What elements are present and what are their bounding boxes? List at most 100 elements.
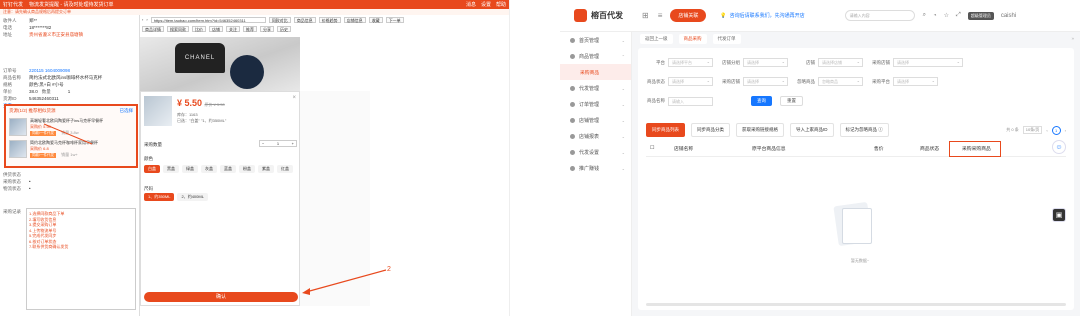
browser-button[interactable]: 比价	[192, 25, 206, 32]
filter-select[interactable]: 请选择	[893, 58, 963, 67]
browser-button[interactable]: 分享	[260, 25, 274, 32]
sync-products-button[interactable]: 同步商品列表	[646, 123, 685, 137]
query-button[interactable]: 查询	[751, 96, 772, 106]
sku-selected: 已选："白盖" "1、约350ML"	[177, 118, 227, 123]
filter-select[interactable]: 请选择店铺	[818, 58, 863, 67]
browser-button[interactable]: 下一单	[385, 16, 404, 23]
sidebar-item-products[interactable]: 商品管理 ⌃	[560, 48, 631, 64]
app-title: 钉钉代发	[3, 2, 24, 8]
size-option[interactable]: 1、约350ML	[144, 193, 175, 201]
sidebar-item-reports[interactable]: 店铺报表 ⌄	[560, 128, 631, 144]
color-option[interactable]: 蓝盖	[220, 165, 236, 173]
titlebar-item-messages[interactable]: 消息	[466, 1, 476, 8]
sidebar-item-shops[interactable]: 店铺管理 ⌄	[560, 112, 631, 128]
grid-icon[interactable]: ⊞	[642, 11, 649, 20]
browser-button[interactable]: 店铺	[209, 25, 223, 32]
color-option[interactable]: 紫盖	[258, 165, 274, 173]
menu-icon[interactable]: ≡	[658, 11, 663, 20]
bag-image: CHANEL	[175, 43, 225, 73]
search-icon[interactable]: ⌕	[923, 12, 926, 19]
chevron-down-icon: ⌄	[621, 117, 625, 123]
page-size-select[interactable]: 10条/页	[1022, 126, 1043, 134]
confirm-button[interactable]: 确认	[144, 292, 298, 302]
header-checkbox[interactable]: ☐	[650, 146, 654, 151]
filter-row: 平台请选择平台 店铺分组请选择 店铺请选择店铺 采购店铺请选择	[646, 58, 963, 67]
main-card: 平台请选择平台 店铺分组请选择 店铺请选择店铺 采购店铺请选择 商品状态请选择 …	[638, 48, 1074, 310]
get-purchase-links-button[interactable]: 获取采购链接规格	[736, 123, 784, 137]
color-option[interactable]: 灰盖	[201, 165, 217, 173]
sidebar-item-purchase[interactable]: 采购商品	[560, 64, 631, 80]
filter-select[interactable]: 请选择	[893, 77, 938, 86]
titlebar-item-settings[interactable]: 设置	[481, 1, 491, 8]
sku-popup: ¥ 5.50 原价 ¥ 5.50 库存：1163 已选："白盖" "1、约350…	[140, 91, 300, 306]
browser-button[interactable]: 关注	[226, 25, 240, 32]
minus-icon[interactable]: −	[262, 141, 264, 146]
purchase-notes[interactable]: 1.选择同款商品下单 2.填写收货信息 3.提交采购订单 4.上传物流单号 5.…	[26, 208, 136, 310]
search-input[interactable]: 请输入内容	[844, 10, 915, 21]
tab-dropship-orders[interactable]: 代发订单	[712, 33, 741, 44]
user-name[interactable]: caishi	[1001, 13, 1016, 19]
fullscreen-icon[interactable]: ⤢	[956, 12, 961, 19]
toolbox-float-icon[interactable]: ▣	[1052, 208, 1066, 222]
filter-label: 商品状态	[647, 78, 665, 84]
quantity-stepper[interactable]: − 1 +	[259, 140, 297, 147]
filter-select[interactable]: 请选择	[743, 58, 788, 67]
reset-button[interactable]: 重置	[780, 96, 803, 106]
browser-toolbar-2: 商品详情 搜索同款 比价 店铺 关注 推荐 分享 历史	[140, 24, 509, 33]
titlebar-item-help[interactable]: 帮助	[496, 1, 506, 8]
import-upstream-id-button[interactable]: 导入上家商品ID	[790, 123, 834, 137]
status-label: 供货状态	[3, 172, 21, 177]
sidebar-item-home[interactable]: 首页管理 ⌄	[560, 32, 631, 48]
bell-icon[interactable]: ◔	[933, 13, 937, 19]
browser-button[interactable]: 搜索同款	[167, 25, 189, 32]
tab-purchase[interactable]: 商品采购	[678, 33, 707, 44]
browser-button[interactable]: 商品信息	[293, 16, 316, 23]
color-option[interactable]: 绿盖	[182, 165, 198, 173]
brand-logo[interactable]: 榕百代发	[560, 9, 632, 22]
filter-select[interactable]: 请选择平台	[668, 58, 713, 67]
source-box-link[interactable]: 已选择	[120, 108, 134, 114]
status-value: •	[29, 186, 31, 191]
sidebar-item-settings[interactable]: 代发设置 ⌄	[560, 144, 631, 160]
back-icon[interactable]: ‹	[142, 17, 143, 22]
tab-back[interactable]: 返回上一级	[640, 33, 673, 44]
current-page[interactable]: 1	[1051, 125, 1061, 135]
source-item-tag[interactable]: 同款/一件代发	[30, 153, 56, 158]
forward-icon[interactable]: ›	[146, 17, 147, 22]
browser-button[interactable]: 历史	[277, 25, 291, 32]
url-field[interactable]: https://item.taobao.com/item.htm?id=5463…	[150, 16, 266, 23]
order-no-value[interactable]: 220115 1604009098	[29, 68, 70, 74]
product-name-input[interactable]: 请输入	[668, 96, 713, 106]
browser-button[interactable]: 推荐	[243, 25, 257, 32]
color-option[interactable]: 黑盖	[163, 165, 179, 173]
double-chevron-icon[interactable]: »	[1071, 36, 1074, 41]
help-float-icon[interactable]: ☺	[1052, 140, 1066, 154]
prev-page-icon[interactable]: ‹	[1046, 128, 1047, 133]
browser-button[interactable]: 店铺信息	[343, 16, 366, 23]
browser-button[interactable]: 价格趋势	[318, 16, 341, 23]
filter-select[interactable]: 请选择	[743, 77, 788, 86]
size-option[interactable]: 2、约400ML	[177, 193, 208, 201]
browser-button[interactable]: 收藏	[368, 16, 383, 23]
sidebar-item-dropship[interactable]: 代发管理 ⌄	[560, 80, 631, 96]
phone-row: 电话 18*******82	[3, 25, 136, 31]
browser-button[interactable]: 同款对比	[268, 16, 291, 23]
browser-button[interactable]: 商品详情	[142, 25, 164, 32]
mark-ignored-button[interactable]: 标记为忽略商品 ⓘ	[839, 123, 889, 137]
promo-link[interactable]: 💡 咨询后请联系我们，先沟通再开店	[720, 12, 804, 20]
color-option[interactable]: 红盖	[277, 165, 293, 173]
sidebar-item-orders[interactable]: 订单管理 ⌄	[560, 96, 631, 112]
close-icon[interactable]: ×	[292, 95, 296, 101]
sidebar-item-promote[interactable]: 推广赚钱 ⌄	[560, 160, 631, 176]
plus-icon[interactable]: +	[292, 141, 294, 146]
next-page-icon[interactable]: ›	[1065, 128, 1066, 133]
horizontal-scrollbar[interactable]	[646, 303, 1066, 306]
color-option[interactable]: 粉盖	[239, 165, 255, 173]
color-option[interactable]: 白盖	[144, 165, 160, 173]
shop-link-button[interactable]: 店铺关联	[670, 9, 707, 22]
sync-categories-button[interactable]: 同步商品分类	[691, 123, 730, 137]
star-icon[interactable]: ☆	[944, 12, 949, 19]
filter-select[interactable]: 忽略商品	[818, 77, 863, 86]
filter-select[interactable]: 请选择	[668, 77, 713, 86]
sidebar: 首页管理 ⌄ 商品管理 ⌃ 采购商品 代发管理 ⌄ 订单管理 ⌄ 店铺管理 ⌄ 店铺报表 ⌄…	[560, 32, 632, 316]
